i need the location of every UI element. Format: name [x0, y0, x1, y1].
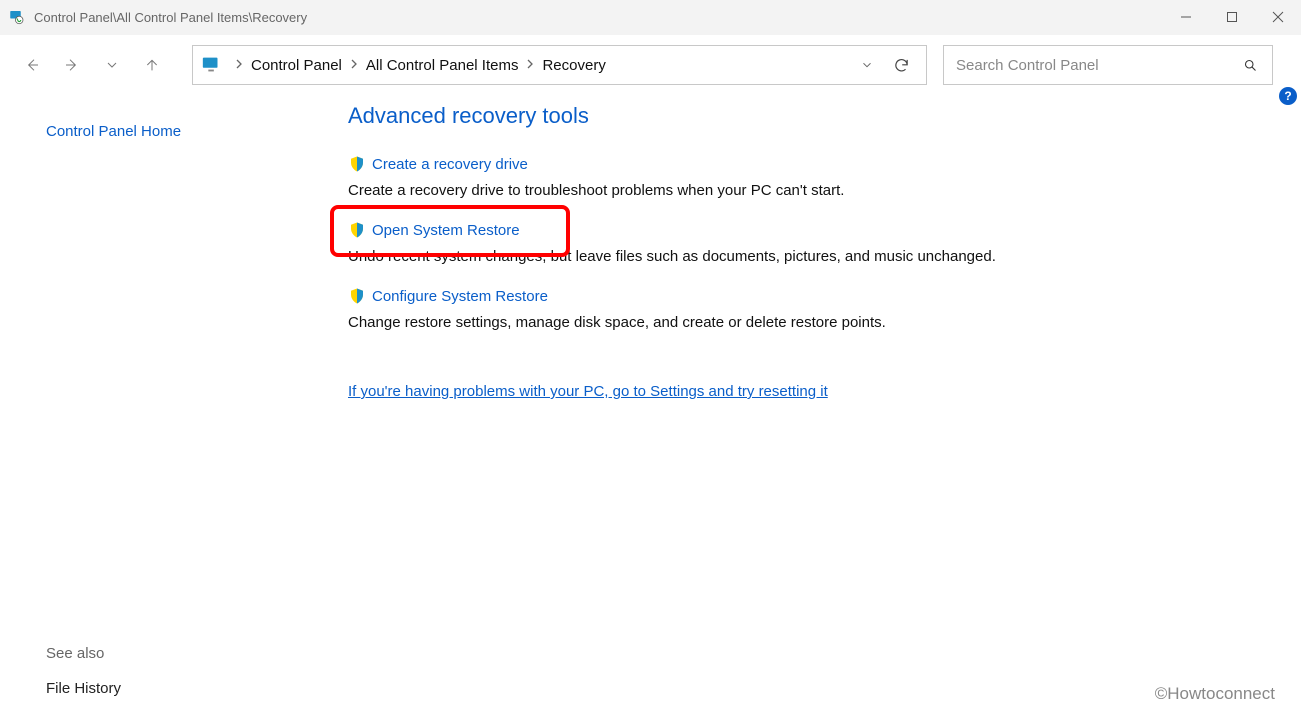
page-title: Advanced recovery tools: [348, 103, 1261, 129]
chevron-right-icon: [235, 58, 243, 72]
control-panel-home-link[interactable]: Control Panel Home: [46, 123, 300, 140]
see-also-heading: See also: [46, 645, 104, 662]
title-bar: Control Panel\All Control Panel Items\Re…: [0, 0, 1301, 35]
address-bar[interactable]: Control Panel All Control Panel Items Re…: [192, 45, 927, 85]
link-label: Open System Restore: [372, 222, 520, 239]
tool-configure-system-restore: Configure System Restore Change restore …: [348, 287, 1261, 331]
settings-reset-link[interactable]: If you're having problems with your PC, …: [348, 383, 828, 400]
search-icon[interactable]: [1240, 58, 1262, 73]
control-panel-icon: [201, 54, 223, 76]
address-history-button[interactable]: [850, 46, 884, 84]
forward-button[interactable]: [52, 45, 92, 85]
breadcrumb-seg-2[interactable]: All Control Panel Items: [366, 57, 519, 74]
tool-desc: Undo recent system changes, but leave fi…: [348, 248, 1261, 265]
chevron-right-icon: [350, 58, 358, 72]
back-button[interactable]: [12, 45, 52, 85]
watermark: ©Howtoconnect: [1155, 684, 1275, 704]
chevron-right-icon: [526, 58, 534, 72]
open-system-restore-link[interactable]: Open System Restore: [348, 221, 520, 239]
link-label: Create a recovery drive: [372, 156, 528, 173]
app-icon: [8, 8, 26, 26]
up-button[interactable]: [132, 45, 172, 85]
tool-desc: Change restore settings, manage disk spa…: [348, 314, 1261, 331]
close-button[interactable]: [1255, 0, 1301, 35]
file-history-link[interactable]: File History: [46, 680, 121, 697]
maximize-button[interactable]: [1209, 0, 1255, 35]
toolbar: Control Panel All Control Panel Items Re…: [0, 35, 1301, 95]
tool-create-recovery-drive: Create a recovery drive Create a recover…: [348, 155, 1261, 199]
create-recovery-drive-link[interactable]: Create a recovery drive: [348, 155, 528, 173]
recent-menu-button[interactable]: [92, 45, 132, 85]
tool-desc: Create a recovery drive to troubleshoot …: [348, 182, 1261, 199]
link-label: Configure System Restore: [372, 288, 548, 305]
refresh-button[interactable]: [884, 46, 918, 84]
shield-icon: [348, 287, 366, 305]
shield-icon: [348, 155, 366, 173]
search-box[interactable]: [943, 45, 1273, 85]
breadcrumb-seg-1[interactable]: Control Panel: [251, 57, 342, 74]
tool-open-system-restore: Open System Restore Undo recent system c…: [348, 221, 1261, 265]
help-icon[interactable]: ?: [1279, 87, 1297, 105]
sidebar: Control Panel Home See also File History: [0, 95, 320, 722]
content-area: ? Advanced recovery tools Create a recov…: [320, 95, 1301, 722]
window-title: Control Panel\All Control Panel Items\Re…: [34, 10, 307, 25]
configure-system-restore-link[interactable]: Configure System Restore: [348, 287, 548, 305]
minimize-button[interactable]: [1163, 0, 1209, 35]
search-input[interactable]: [954, 56, 1240, 75]
breadcrumb-seg-3[interactable]: Recovery: [542, 57, 605, 74]
shield-icon: [348, 221, 366, 239]
